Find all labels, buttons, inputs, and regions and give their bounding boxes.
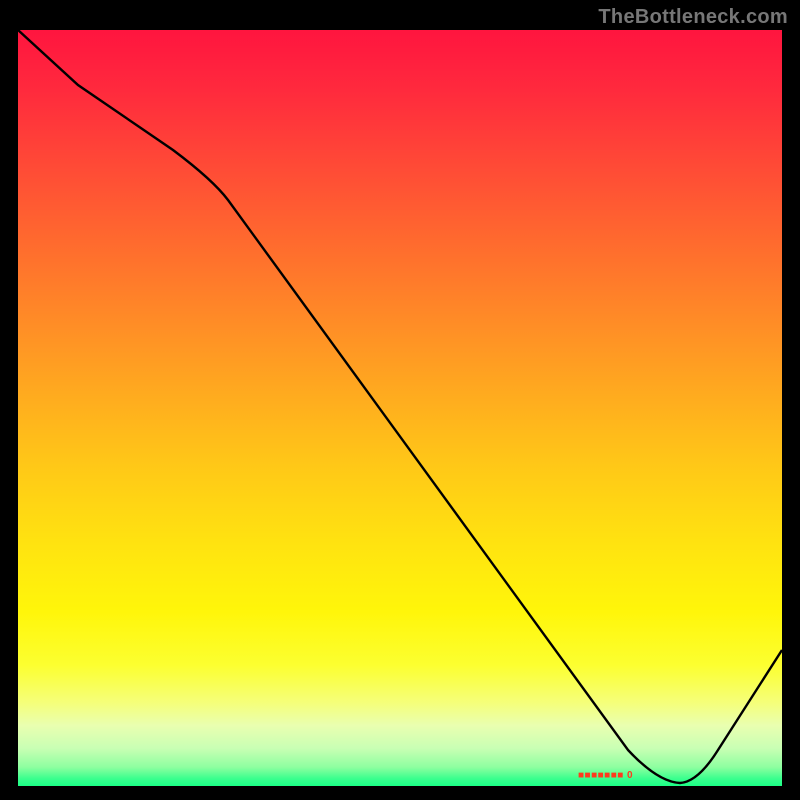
plot-area: ■■■■■■■ 0: [18, 30, 782, 786]
min-point-label: ■■■■■■■ 0: [578, 770, 633, 781]
watermark-label: TheBottleneck.com: [598, 6, 788, 29]
chart-frame: TheBottleneck.com ■■■■■■■ 0: [0, 0, 800, 800]
gradient-background: [18, 30, 782, 786]
